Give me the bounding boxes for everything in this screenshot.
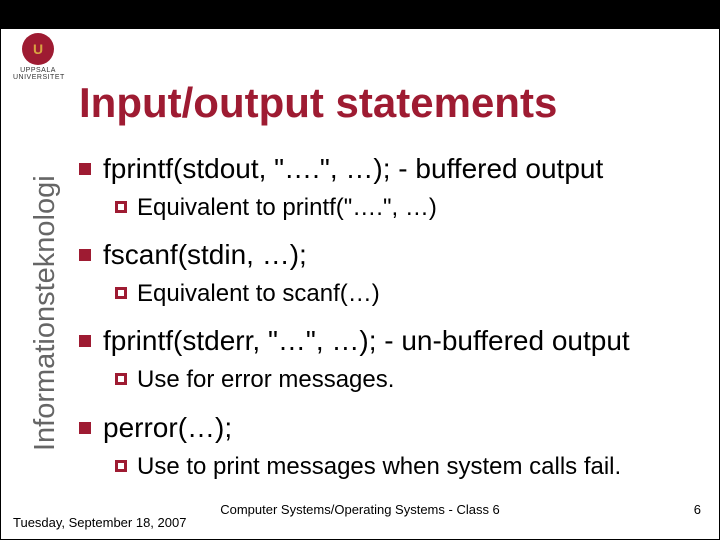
sub-bullet-text: Use to print messages when system calls … (137, 451, 621, 482)
bullet-item: fscanf(stdin, …); Equivalent to scanf(…) (79, 237, 709, 309)
slide-title: Input/output statements (79, 79, 557, 127)
bullet-level-2: Use to print messages when system calls … (115, 451, 709, 482)
bullet-level-2: Equivalent to scanf(…) (115, 278, 709, 309)
bullet-level-1: fprintf(stdout, "….", …); - buffered out… (79, 151, 709, 186)
hollow-square-bullet-icon (115, 287, 127, 299)
square-bullet-icon (79, 422, 91, 434)
square-bullet-icon (79, 335, 91, 347)
bullet-level-2: Equivalent to printf("….", …) (115, 192, 709, 223)
slide-body: fprintf(stdout, "….", …); - buffered out… (79, 151, 709, 496)
footer-center: Computer Systems/Operating Systems - Cla… (1, 502, 719, 517)
bullet-text: fprintf(stderr, "…", …); - un-buffered o… (103, 323, 630, 358)
bullet-level-1: fprintf(stderr, "…", …); - un-buffered o… (79, 323, 709, 358)
bullet-item: fprintf(stdout, "….", …); - buffered out… (79, 151, 709, 223)
bullet-text: perror(…); (103, 410, 232, 445)
bullet-level-1: fscanf(stdin, …); (79, 237, 709, 272)
logo-letter: U (33, 41, 43, 57)
square-bullet-icon (79, 163, 91, 175)
hollow-square-bullet-icon (115, 460, 127, 472)
hollow-square-bullet-icon (115, 201, 127, 213)
footer-date: Tuesday, September 18, 2007 (13, 515, 213, 531)
sub-bullet-text: Use for error messages. (137, 364, 394, 395)
slide: { "logo": { "short": "U", "name": "UPPSA… (0, 0, 720, 540)
bullet-text: fprintf(stdout, "….", …); - buffered out… (103, 151, 603, 186)
university-logo: U UPPSALA UNIVERSITET (13, 33, 63, 81)
bullet-item: perror(…); Use to print messages when sy… (79, 410, 709, 482)
bullet-text: fscanf(stdin, …); (103, 237, 307, 272)
logo-text: UPPSALA UNIVERSITET (13, 67, 63, 81)
hollow-square-bullet-icon (115, 373, 127, 385)
square-bullet-icon (79, 249, 91, 261)
footer-page-number: 6 (694, 502, 701, 517)
top-bar (1, 1, 719, 29)
sub-bullet-text: Equivalent to scanf(…) (137, 278, 380, 309)
sub-bullet-text: Equivalent to printf("….", …) (137, 192, 437, 223)
logo-seal-icon: U (22, 33, 54, 65)
bullet-item: fprintf(stderr, "…", …); - un-buffered o… (79, 323, 709, 395)
side-label: Informationsteknologi (29, 175, 62, 451)
bullet-level-2: Use for error messages. (115, 364, 709, 395)
bullet-level-1: perror(…); (79, 410, 709, 445)
